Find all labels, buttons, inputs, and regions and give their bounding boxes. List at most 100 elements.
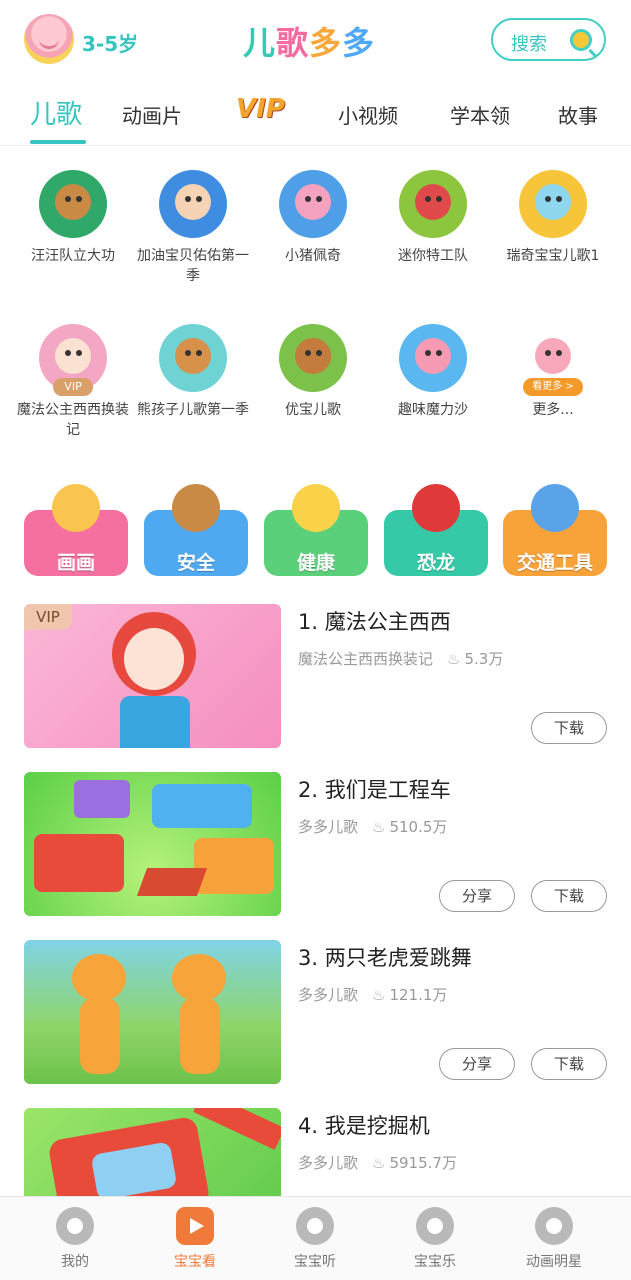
download-button[interactable]: 下载 — [531, 712, 607, 744]
tab-short-videos[interactable]: 小视频 — [338, 100, 398, 129]
puzzle-icon — [416, 1207, 454, 1245]
show-item[interactable]: 汪汪队立大功 — [13, 170, 133, 266]
search-icon — [570, 29, 592, 51]
flame-icon: ♨ — [372, 986, 386, 1004]
video-item[interactable]: VIP 1. 魔法公主西西 魔法公主西西换装记 ♨ 5.3万 下载 — [24, 604, 607, 750]
show-label: 瑞奇宝宝儿歌1 — [506, 248, 600, 264]
vip-tag: VIP — [53, 378, 93, 396]
tab-vip[interactable]: VIP — [236, 94, 285, 124]
logo-char: 多 — [342, 24, 376, 62]
video-thumbnail[interactable] — [24, 940, 281, 1084]
video-channel: 魔法公主西西换装记 — [298, 650, 434, 668]
nav-label: 动画明星 — [526, 1254, 582, 1270]
video-title: 3. 两只老虎爱跳舞 — [298, 946, 472, 970]
more-shows-button[interactable]: 看更多 > 更多... — [493, 324, 613, 420]
show-item[interactable]: VIP 魔法公主西西换装记 — [13, 324, 133, 440]
nav-label: 宝宝看 — [174, 1254, 216, 1270]
headphones-icon — [296, 1207, 334, 1245]
video-channel: 多多儿歌 — [298, 818, 359, 836]
bear-star-icon — [535, 1207, 573, 1245]
see-more-tag: 看更多 > — [523, 378, 583, 396]
nav-watch[interactable]: 宝宝看 — [145, 1207, 245, 1271]
category-label: 安全 — [176, 552, 215, 574]
red-bird-robot-icon — [399, 170, 467, 238]
nav-label: 宝宝乐 — [414, 1254, 456, 1270]
bear-kid-icon — [159, 324, 227, 392]
category-label: 恐龙 — [416, 552, 455, 574]
download-button[interactable]: 下载 — [531, 1048, 607, 1080]
red-dinosaur-icon — [412, 484, 460, 532]
show-item[interactable]: 迷你特工队 — [373, 170, 493, 266]
download-button[interactable]: 下载 — [531, 880, 607, 912]
masked-duck-icon — [292, 484, 340, 532]
share-button[interactable]: 分享 — [439, 880, 515, 912]
tab-learning[interactable]: 学本领 — [450, 100, 510, 129]
video-plays: 510.5万 — [389, 818, 448, 836]
show-item[interactable]: 小猪佩奇 — [253, 170, 373, 266]
show-item[interactable]: 瑞奇宝宝儿歌1 — [493, 170, 613, 266]
category-label: 健康 — [296, 552, 335, 574]
logo-char: 歌 — [276, 24, 310, 62]
avatar[interactable] — [24, 14, 74, 64]
category-vehicles[interactable]: 交通工具 — [503, 482, 607, 578]
search-label: 搜索 — [511, 34, 547, 55]
tab-stories[interactable]: 故事 — [558, 100, 598, 129]
show-label: 熊孩子儿歌第一季 — [137, 402, 249, 418]
logo-char: 儿 — [243, 24, 277, 62]
show-label: 优宝儿歌 — [285, 402, 341, 418]
tab-songs[interactable]: 儿歌 — [30, 94, 82, 131]
nav-play[interactable]: 宝宝乐 — [385, 1207, 485, 1271]
pink-pig-icon — [279, 170, 347, 238]
video-item[interactable]: 3. 两只老虎爱跳舞 多多儿歌 ♨ 121.1万 分享 下载 — [24, 940, 607, 1086]
show-label: 汪汪队立大功 — [31, 248, 115, 264]
video-meta: 多多儿歌 ♨ 121.1万 — [298, 984, 447, 1005]
video-meta: 多多儿歌 ♨ 5915.7万 — [298, 1152, 457, 1173]
category-tabs: 儿歌 动画片 VIP 小视频 学本领 故事 — [0, 88, 631, 146]
nav-mine[interactable]: 我的 — [25, 1207, 125, 1271]
flame-icon: ♨ — [372, 1154, 386, 1172]
show-item[interactable]: 优宝儿歌 — [253, 324, 373, 420]
vip-badge: VIP — [24, 604, 72, 630]
show-item[interactable]: 加油宝贝佑佑第一季 — [133, 170, 253, 286]
nav-label: 宝宝听 — [294, 1254, 336, 1270]
show-label: 趣味魔力沙 — [398, 402, 468, 418]
video-item[interactable]: 2. 我们是工程车 多多儿歌 ♨ 510.5万 分享 下载 — [24, 772, 607, 918]
video-plays: 121.1万 — [389, 986, 448, 1004]
police-monkey-icon — [172, 484, 220, 532]
age-range-selector[interactable]: 3-5岁 — [82, 28, 138, 57]
show-item[interactable]: 趣味魔力沙 — [373, 324, 493, 420]
search-button[interactable]: 搜索 — [491, 18, 606, 61]
category-health[interactable]: 健康 — [264, 482, 368, 578]
video-thumbnail[interactable]: VIP — [24, 604, 281, 748]
category-painting[interactable]: 画画 — [24, 482, 128, 578]
video-meta: 多多儿歌 ♨ 510.5万 — [298, 816, 447, 837]
video-plays: 5.3万 — [464, 650, 504, 668]
nav-listen[interactable]: 宝宝听 — [265, 1207, 365, 1271]
painting-cat-icon — [52, 484, 100, 532]
video-title: 4. 我是挖掘机 — [298, 1114, 430, 1138]
video-plays: 5915.7万 — [389, 1154, 457, 1172]
active-tab-indicator — [30, 140, 86, 144]
video-channel: 多多儿歌 — [298, 1154, 359, 1172]
show-label: 小猪佩奇 — [285, 248, 341, 264]
tab-cartoons[interactable]: 动画片 — [122, 100, 182, 129]
category-safety[interactable]: 安全 — [144, 482, 248, 578]
nav-label: 我的 — [61, 1254, 89, 1270]
show-label: 更多... — [532, 402, 574, 418]
show-item[interactable]: 熊孩子儿歌第一季 — [133, 324, 253, 420]
nav-stars[interactable]: 动画明星 — [504, 1207, 604, 1271]
share-button[interactable]: 分享 — [439, 1048, 515, 1080]
app-logo: 儿歌多多 — [243, 18, 375, 64]
video-thumbnail[interactable] — [24, 772, 281, 916]
baby-boy-icon — [159, 170, 227, 238]
video-meta: 魔法公主西西换装记 ♨ 5.3万 — [298, 648, 503, 669]
play-tv-icon — [176, 1207, 214, 1245]
video-channel: 多多儿歌 — [298, 986, 359, 1004]
blue-bunny-icon — [519, 170, 587, 238]
category-label: 画画 — [56, 552, 95, 574]
app-header: 3-5岁 儿歌多多 搜索 — [0, 0, 631, 82]
category-label: 交通工具 — [516, 552, 593, 574]
category-dinosaurs[interactable]: 恐龙 — [384, 482, 488, 578]
show-label: 加油宝贝佑佑第一季 — [137, 248, 249, 284]
blue-car-icon — [531, 484, 579, 532]
